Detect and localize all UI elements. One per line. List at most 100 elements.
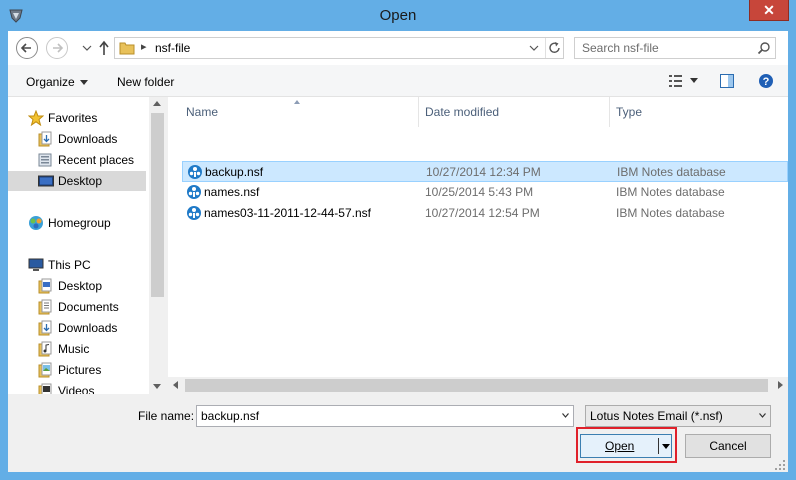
scroll-down-icon[interactable] — [153, 384, 161, 389]
back-button[interactable] — [16, 37, 38, 59]
file-name: names03-11-2011-12-44-57.nsf — [204, 206, 371, 220]
file-date: 10/27/2014 12:54 PM — [425, 206, 540, 220]
nav-label: Music — [58, 342, 90, 356]
nav-label: Desktop — [58, 174, 103, 188]
nav-favorites-desktop[interactable]: Desktop — [8, 171, 146, 191]
open-dialog: Open ✕ ▸ nsf-file Search nsf-file Organi… — [0, 0, 796, 480]
nav-favorites[interactable]: Favorites — [28, 108, 146, 128]
svg-text:?: ? — [763, 76, 770, 88]
column-header-type[interactable]: Type — [616, 97, 642, 127]
recent-locations-chevron-icon[interactable] — [80, 37, 94, 59]
breadcrumb-separator-icon: ▸ — [141, 41, 147, 53]
nav-pc-music[interactable]: Music — [38, 339, 146, 359]
scroll-up-icon[interactable] — [153, 101, 161, 106]
search-input[interactable]: Search nsf-file — [574, 37, 776, 59]
homegroup-icon — [29, 216, 43, 230]
up-arrow-icon[interactable] — [96, 37, 112, 59]
filename-value: backup.nsf — [201, 409, 260, 423]
refresh-button[interactable] — [545, 38, 564, 58]
column-divider[interactable] — [609, 97, 610, 127]
nav-label: Downloads — [58, 321, 118, 335]
file-row[interactable]: backup.nsf 10/27/2014 12:34 PM IBM Notes… — [182, 161, 788, 182]
nav-this-pc[interactable]: This PC — [28, 255, 146, 275]
lotus-notes-file-icon — [187, 206, 201, 220]
nav-favorites-recent-places[interactable]: Recent places — [38, 150, 146, 170]
nav-label: Recent places — [58, 153, 135, 167]
star-icon — [28, 110, 44, 126]
scroll-right-icon[interactable] — [778, 381, 783, 389]
breadcrumb-folder[interactable]: nsf-file — [155, 41, 190, 55]
nav-pc-documents[interactable]: Documents — [38, 297, 146, 317]
lotus-notes-file-icon — [187, 185, 201, 199]
nav-this-pc-label: This PC — [48, 258, 91, 272]
nav-pc-downloads[interactable]: Downloads — [38, 318, 146, 338]
nav-label: Videos — [58, 384, 95, 394]
nav-pc-desktop[interactable]: Desktop — [38, 276, 146, 296]
close-button[interactable]: ✕ — [749, 0, 789, 21]
column-header-name[interactable]: Name — [186, 97, 218, 127]
filetype-select[interactable]: Lotus Notes Email (*.nsf) — [585, 405, 771, 427]
videos-folder-icon — [38, 383, 52, 394]
nav-pc-videos[interactable]: Videos — [38, 381, 146, 394]
dialog-body: ▸ nsf-file Search nsf-file Organize New … — [8, 31, 788, 472]
documents-folder-icon — [38, 299, 52, 315]
nav-pane-scrollbar[interactable] — [149, 97, 166, 394]
title-bar[interactable]: Open ✕ — [0, 0, 796, 32]
nav-homegroup-label: Homegroup — [48, 216, 111, 230]
resize-grip-icon[interactable] — [774, 459, 786, 471]
navigation-pane: Favorites Downloads Recent places Deskto… — [8, 97, 149, 394]
command-bar: Organize New folder ? — [8, 65, 788, 97]
cancel-button[interactable]: Cancel — [685, 434, 771, 458]
address-bar[interactable]: ▸ nsf-file — [114, 37, 564, 59]
nav-homegroup[interactable]: Homegroup — [28, 213, 146, 233]
file-row[interactable]: names.nsf 10/25/2014 5:43 PM IBM Notes d… — [182, 182, 788, 203]
downloads-folder-icon — [38, 131, 52, 147]
window-title: Open — [379, 7, 417, 24]
file-type: IBM Notes database — [617, 165, 726, 179]
filename-field[interactable]: backup.nsf — [196, 405, 574, 427]
sort-ascending-icon — [294, 100, 300, 104]
file-name: backup.nsf — [205, 165, 264, 179]
nav-favorites-label: Favorites — [48, 111, 98, 125]
scroll-left-icon[interactable] — [173, 381, 178, 389]
preview-pane-icon[interactable] — [719, 73, 735, 89]
help-icon[interactable]: ? — [758, 73, 774, 89]
open-options-chevron-icon[interactable] — [662, 444, 670, 449]
folder-icon — [38, 278, 52, 294]
new-folder-button[interactable]: New folder — [117, 75, 174, 89]
nav-label: Desktop — [58, 279, 103, 293]
music-folder-icon — [38, 341, 52, 357]
pictures-folder-icon — [38, 362, 52, 378]
nav-label: Pictures — [58, 363, 102, 377]
filetype-value: Lotus Notes Email (*.nsf) — [590, 409, 723, 423]
chevron-down-icon[interactable] — [527, 41, 541, 55]
column-header-date[interactable]: Date modified — [425, 97, 499, 127]
address-row: ▸ nsf-file Search nsf-file — [8, 31, 788, 65]
nav-scroll-thumb[interactable] — [151, 113, 164, 297]
chevron-down-icon — [79, 80, 88, 86]
file-list-hscrollbar[interactable] — [168, 377, 788, 394]
chevron-down-icon — [759, 413, 766, 418]
back-arrow-icon — [20, 43, 31, 53]
file-type: IBM Notes database — [616, 206, 725, 220]
hscroll-thumb[interactable] — [185, 379, 768, 392]
column-divider[interactable] — [418, 97, 419, 127]
open-button-label: Open — [605, 439, 635, 453]
nav-favorites-downloads[interactable]: Downloads — [38, 129, 146, 149]
view-chevron-down-icon[interactable] — [689, 77, 699, 85]
open-button[interactable]: Open — [580, 434, 672, 458]
filename-label: File name: — [138, 409, 195, 423]
nav-label: Downloads — [58, 132, 118, 146]
computer-icon — [28, 258, 44, 271]
file-name: names.nsf — [204, 185, 260, 199]
view-options-icon[interactable] — [668, 73, 684, 89]
chevron-down-icon[interactable] — [562, 412, 569, 419]
organize-button[interactable]: Organize — [26, 75, 88, 89]
file-row[interactable]: names03-11-2011-12-44-57.nsf 10/27/2014 … — [182, 203, 788, 224]
search-placeholder: Search nsf-file — [582, 41, 659, 55]
nav-pc-pictures[interactable]: Pictures — [38, 360, 146, 380]
split-divider — [658, 438, 659, 454]
forward-button[interactable] — [46, 37, 68, 59]
forward-arrow-icon — [53, 43, 64, 53]
file-type: IBM Notes database — [616, 185, 725, 199]
